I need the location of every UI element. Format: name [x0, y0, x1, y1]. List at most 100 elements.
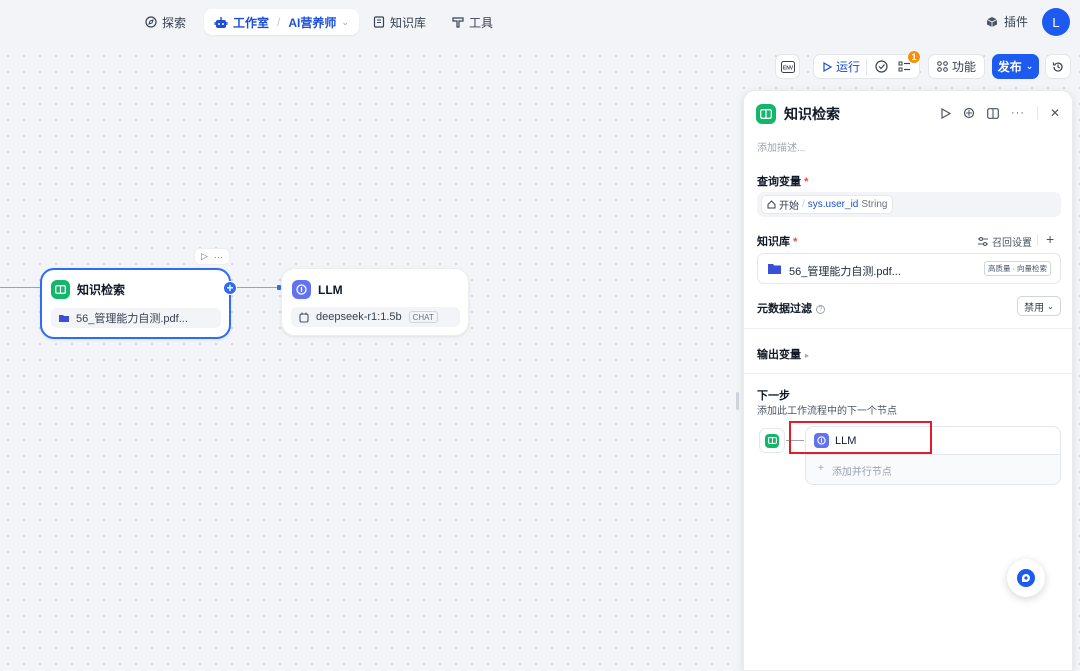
folder-icon	[768, 264, 781, 274]
description-input[interactable]: 添加描述...	[757, 139, 805, 154]
add-parallel-label: 添加并行节点	[831, 467, 892, 478]
settings-icon	[978, 237, 988, 246]
play-icon	[823, 61, 832, 72]
notification-badge: 1	[907, 50, 921, 64]
chevron-down-icon: ⌄	[1047, 301, 1054, 311]
features-label: 功能	[951, 60, 976, 74]
panel-resize-handle[interactable]	[736, 392, 739, 410]
plus-icon: +	[818, 463, 824, 474]
query-var-field[interactable]: 开始 / sys.user_id String	[757, 192, 1061, 217]
nav-explore[interactable]: 探索	[145, 11, 186, 33]
var-source: 开始	[779, 201, 799, 212]
publish-label: 发布	[997, 60, 1022, 74]
kb-index-tag: 高质量 · 向量检索	[984, 261, 1051, 276]
close-icon[interactable]: ✕	[1050, 106, 1060, 120]
nav-knowledge-label: 知识库	[390, 15, 427, 30]
node-header: LLM	[292, 280, 343, 299]
home-icon	[767, 200, 776, 209]
meta-filter-select[interactable]: 禁用 ⌄	[1017, 296, 1061, 316]
node-header: 知识检索	[51, 280, 125, 299]
output-vars-label: 输出变量	[757, 349, 801, 361]
add-kb-icon[interactable]: +	[1046, 231, 1054, 247]
nav-knowledge[interactable]: 知识库	[373, 11, 426, 33]
run-button[interactable]: 运行	[822, 58, 867, 75]
var-name: sys.user_id	[807, 199, 859, 210]
node-title: 知识检索	[77, 283, 126, 297]
next-step-desc: 添加此工作流程中的下一个节点	[757, 406, 897, 417]
output-vars-toggle[interactable]: 输出变量 ▸	[757, 346, 809, 362]
book-icon[interactable]	[987, 107, 999, 119]
var-chip: 开始 / sys.user_id String	[761, 195, 894, 214]
chat-fab[interactable]	[1007, 559, 1045, 597]
nav-plugins-label: 插件	[1004, 15, 1029, 29]
publish-button[interactable]: 发布 ⌄	[992, 54, 1039, 79]
compass-icon	[145, 16, 157, 28]
chat-bubble-icon	[1017, 569, 1035, 587]
node-title: LLM	[318, 282, 343, 297]
nav-studio-label: 工作室	[233, 15, 270, 30]
book-open-icon	[756, 104, 776, 124]
more-icon[interactable]: ···	[1011, 107, 1025, 119]
node-mini-toolbar: ▷ ···	[194, 248, 230, 265]
kb-item-name: 56_管理能力自测.pdf...	[789, 266, 901, 278]
panel-title[interactable]: 知识检索	[784, 104, 840, 124]
divider	[744, 328, 1072, 329]
help-icon[interactable]: ?	[816, 304, 825, 314]
model-type-tag: CHAT	[408, 311, 438, 323]
meta-filter-value: 禁用	[1024, 302, 1045, 314]
nav-studio[interactable]: 工作室 / AI营养师 ⌄	[204, 9, 359, 35]
caret-right-icon: ▸	[805, 351, 810, 360]
history-button[interactable]	[1045, 54, 1071, 79]
nav-tools-label: 工具	[469, 15, 494, 30]
divider	[1037, 234, 1038, 246]
top-nav: 探索 工作室 / AI营养师 ⌄ 知识库 工具 插件 L	[0, 0, 1080, 44]
hammer-icon	[452, 17, 464, 28]
llm-icon	[292, 280, 311, 299]
play-icon[interactable]	[940, 107, 951, 119]
env-icon: ENV	[780, 60, 795, 73]
llm-node[interactable]: LLM deepseek-r1:1.5b CHAT	[281, 268, 469, 336]
kb-item[interactable]: 56_管理能力自测.pdf... 高质量 · 向量检索	[757, 253, 1061, 284]
run-group: 运行	[813, 54, 920, 79]
checklist-icon[interactable]	[875, 60, 888, 73]
app-name[interactable]: AI营养师	[288, 14, 336, 31]
add-node-handle[interactable]: +	[223, 281, 237, 295]
play-icon[interactable]: ▷	[201, 251, 208, 262]
nav-plugins[interactable]: 插件	[986, 13, 1028, 30]
more-icon[interactable]: ···	[214, 252, 223, 262]
meta-filter-label: 元数据过滤?	[757, 300, 825, 316]
panel-header: 知识检索	[756, 104, 840, 124]
query-var-label-text: 查询变量	[757, 176, 801, 188]
run-label: 运行	[835, 60, 860, 74]
required-mark: *	[804, 176, 809, 188]
kb-label-text: 知识库	[757, 236, 790, 248]
kb-tag-method: 向量检索	[1017, 264, 1047, 273]
model-icon	[299, 312, 309, 323]
edge-incoming	[0, 287, 40, 288]
knowledge-retrieval-node[interactable]: 知识检索 56_管理能力自测.pdf...	[40, 268, 231, 339]
history-icon	[1052, 61, 1063, 72]
required-mark: *	[793, 236, 798, 248]
robot-icon	[214, 16, 228, 28]
book-icon	[373, 16, 385, 28]
grid-icon	[937, 61, 948, 72]
panel-actions: ··· ✕	[940, 106, 1060, 120]
kb-file-chip: 56_管理能力自测.pdf...	[51, 308, 221, 328]
add-parallel-node-button[interactable]: + 添加并行节点	[818, 463, 892, 478]
recall-settings-button[interactable]: 召回设置	[978, 234, 1032, 249]
nav-separator: /	[277, 15, 281, 29]
features-button[interactable]: 功能	[928, 54, 985, 79]
avatar[interactable]: L	[1042, 8, 1070, 36]
kb-tag-quality: 高质量	[988, 264, 1011, 273]
highlight-box	[789, 421, 932, 454]
env-button[interactable]: ENV	[775, 54, 800, 79]
nav-tools[interactable]: 工具	[452, 11, 493, 33]
var-type: String	[861, 199, 888, 210]
meta-filter-label-text: 元数据过滤	[757, 303, 812, 315]
crosshair-icon[interactable]	[963, 107, 975, 119]
book-open-icon	[51, 280, 70, 299]
nav-explore-label: 探索	[162, 15, 187, 30]
svg-text:ENV: ENV	[782, 65, 793, 71]
model-name: deepseek-r1:1.5b	[316, 311, 402, 323]
chevron-down-icon[interactable]: ⌄	[341, 17, 349, 28]
